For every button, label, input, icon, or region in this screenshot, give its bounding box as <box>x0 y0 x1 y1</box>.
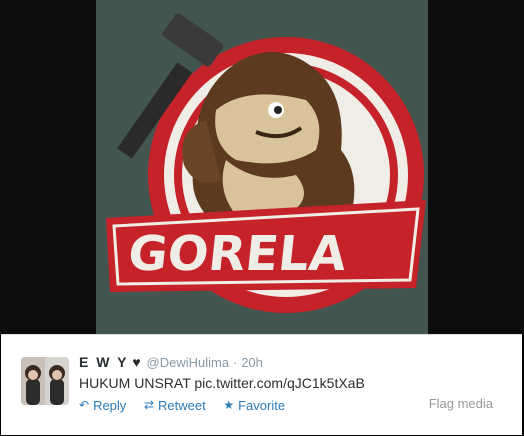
tweet-media-image[interactable]: GORELA <box>96 0 428 334</box>
tweet-card: E W Y ♥ @DewiHulima · 20h HUKUM UNSRAT p… <box>1 334 522 435</box>
retweet-label: Retweet <box>158 397 206 413</box>
reply-label: Reply <box>93 397 127 413</box>
user-name[interactable]: E W Y <box>79 354 128 370</box>
tweet-text-body: HUKUM UNSRAT <box>79 375 191 391</box>
avatar[interactable] <box>21 357 69 405</box>
meta-separator: · <box>232 355 238 370</box>
logo-text: GORELA <box>126 226 350 282</box>
gorela-logo: GORELA <box>106 13 426 313</box>
retweet-icon: ⇄ <box>143 398 154 412</box>
retweet-button[interactable]: ⇄ Retweet <box>144 398 206 413</box>
favorite-label: Favorite <box>238 397 286 413</box>
flag-media-link[interactable]: Flag media <box>429 396 493 411</box>
tweet-header: E W Y ♥ @DewiHulima · 20h <box>79 354 263 370</box>
tweet-actions: ↶ Reply ⇄ Retweet ★ Favorite <box>79 397 299 413</box>
reply-icon: ↶ <box>79 398 90 412</box>
reply-button[interactable]: ↶ Reply <box>79 398 126 413</box>
favorite-button[interactable]: ★ Favorite <box>223 398 285 413</box>
heart-icon: ♥ <box>132 354 143 370</box>
tweet-text: HUKUM UNSRAT pic.twitter.com/qJC1k5tXaB <box>79 375 365 391</box>
tweet-timestamp[interactable]: 20h <box>241 355 263 370</box>
avatar-photo <box>21 357 69 405</box>
star-icon: ★ <box>223 398 235 412</box>
user-handle[interactable]: @DewiHulima <box>147 355 230 370</box>
tweet-media-link[interactable]: pic.twitter.com/qJC1k5tXaB <box>194 375 364 391</box>
